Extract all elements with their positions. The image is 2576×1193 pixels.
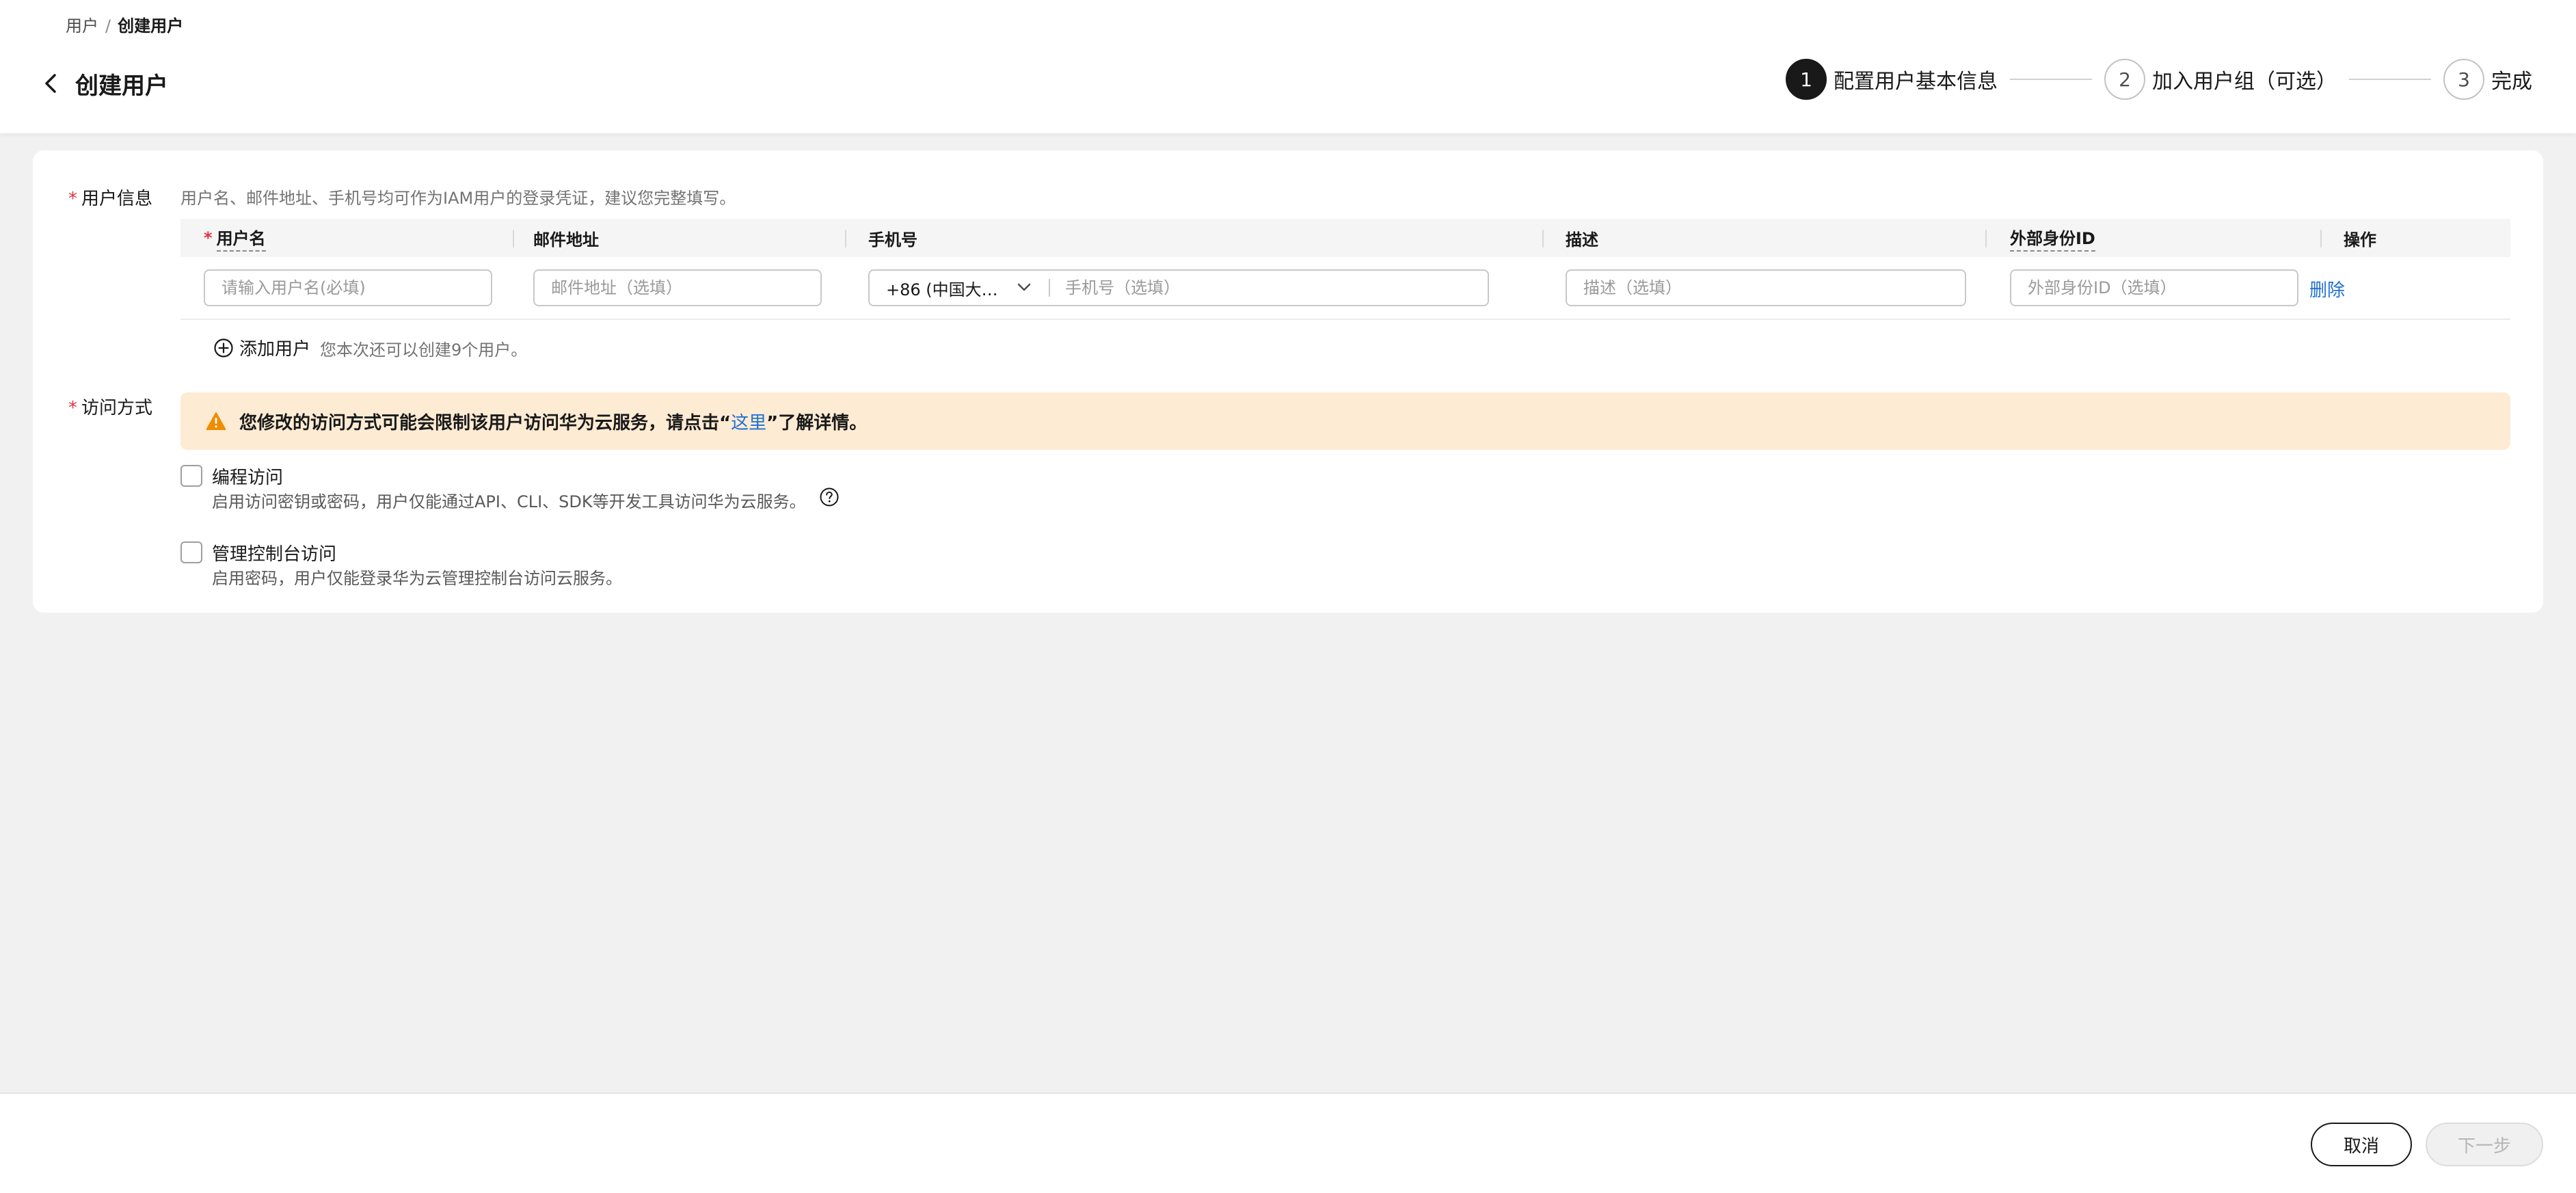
add-user-label: 添加用户 [239,339,311,360]
stepper: 1 配置用户基本信息 2 加入用户组（可选） 3 完成 [1786,57,2532,101]
add-circle-icon [214,338,233,358]
delete-row-link[interactable]: 删除 [2309,276,2345,301]
step-connector [2010,79,2092,80]
step-1-label: 配置用户基本信息 [1834,70,1998,94]
step-2-label: 加入用户组（可选） [2152,70,2337,94]
column-username: * 用户名 [204,219,266,257]
next-step-button[interactable]: 下一步 [2426,1123,2543,1166]
column-phone: 手机号 [868,230,917,250]
username-input[interactable] [204,269,492,306]
step-1-number: 1 [1786,59,1827,100]
page-header: 用户 / 创建用户 创建用户 1 配置用户基本信息 2 加入用户组（可选） 3 完成 [0,0,2576,133]
add-user-button[interactable]: 添加用户 [213,335,310,360]
user-info-label-text: 用户信息 [81,189,153,209]
warning-icon [205,410,227,432]
access-warning-banner: 您修改的访问方式可能会限制该用户访问华为云服务，请点击“这里”了解详情。 [180,392,2510,450]
country-code-value: +86 (中国大… [886,280,998,299]
breadcrumb: 用户 / 创建用户 [66,12,183,36]
console-access-checkbox[interactable] [180,541,202,563]
column-external-id-label: 外部身份ID [2010,225,2095,252]
programmatic-access-title[interactable]: 编程访问 [212,464,283,489]
country-code-select[interactable]: +86 (中国大… [870,271,1046,305]
step-connector [2349,79,2431,80]
required-mark: * [204,228,213,247]
column-username-label: 用户名 [216,225,266,252]
chevron-left-icon [45,74,56,93]
phone-divider [1049,279,1050,297]
phone-field: +86 (中国大… [868,269,1503,306]
access-label: * 访问方式 [68,394,152,419]
back-button[interactable] [38,68,63,98]
warning-message: 您修改的访问方式可能会限制该用户访问华为云服务，请点击“这里”了解详情。 [239,409,867,434]
step-3-number: 3 [2443,59,2484,100]
step-3: 3 完成 [2443,59,2532,100]
warning-suffix: ”了解详情。 [766,412,868,433]
description-input[interactable] [1566,269,1966,306]
column-divider [2320,230,2322,247]
help-icon[interactable] [819,487,840,507]
breadcrumb-parent[interactable]: 用户 [66,16,98,36]
create-user-form: * 用户信息 用户名、邮件地址、手机号均可作为IAM用户的登录凭证，建议您完整填写… [33,150,2543,613]
programmatic-access-checkbox[interactable] [180,465,202,487]
column-email: 邮件地址 [533,230,599,250]
console-access-desc: 启用密码，用户仅能登录华为云管理控制台访问云服务。 [212,569,622,588]
breadcrumb-current: 创建用户 [118,16,184,36]
add-user-hint: 您本次还可以创建9个用户。 [320,340,528,360]
step-2: 2 加入用户组（可选） [2104,59,2337,100]
page-footer: 取消 下一步 [0,1093,2576,1193]
chevron-down-icon [1017,283,1031,291]
programmatic-access-desc: 启用访问密钥或密码，用户仅能通过API、CLI、SDK等开发工具访问华为云服务。 [212,492,806,511]
phone-input[interactable] [1051,271,1503,305]
column-description: 描述 [1566,230,1598,250]
external-id-input[interactable] [2010,269,2298,306]
step-2-number: 2 [2104,59,2145,100]
required-mark: * [68,189,77,209]
warning-prefix: 您修改的访问方式可能会限制该用户访问华为云服务，请点击“ [239,412,732,433]
page-title: 创建用户 [75,72,168,100]
user-info-label: * 用户信息 [68,185,152,210]
column-divider [845,230,846,247]
console-access-title[interactable]: 管理控制台访问 [212,540,336,565]
user-table-header: * 用户名 邮件地址 手机号 描述 外部身份ID 操作 [180,219,2510,257]
table-row: +86 (中国大… 删除 [180,257,2510,320]
column-external-id: 外部身份ID [2010,219,2095,257]
cancel-button[interactable]: 取消 [2311,1123,2412,1166]
column-actions: 操作 [2344,230,2376,250]
warning-details-link[interactable]: 这里 [731,413,766,433]
column-divider [1542,230,1544,247]
step-1: 1 配置用户基本信息 [1786,59,1998,100]
column-divider [1985,230,1987,247]
user-info-hint: 用户名、邮件地址、手机号均可作为IAM用户的登录凭证，建议您完整填写。 [180,189,736,208]
email-input[interactable] [533,269,822,306]
breadcrumb-separator: / [105,16,111,36]
step-3-label: 完成 [2491,70,2532,94]
column-divider [513,230,514,247]
access-label-text: 访问方式 [81,398,153,418]
required-mark: * [68,398,77,418]
